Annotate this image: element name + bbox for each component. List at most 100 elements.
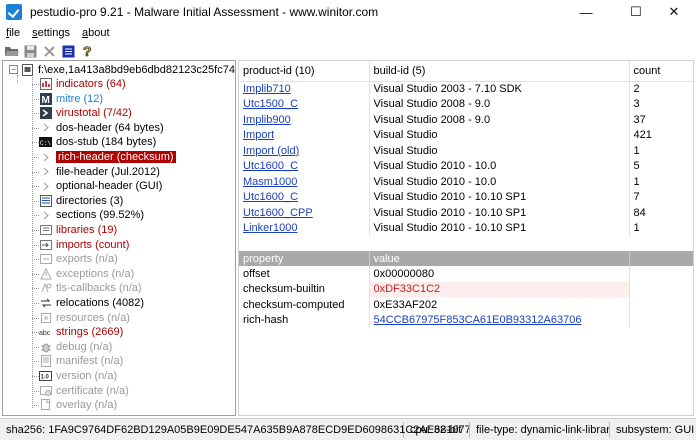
table-header-row: product-id (10) build-id (5) count	[239, 61, 693, 82]
expand-arrow-icon	[39, 122, 52, 134]
tree-item[interactable]: exceptions (n/a)	[39, 267, 134, 281]
product-id-cell[interactable]: Implib710	[239, 81, 370, 97]
properties-table: property value offset 0x00000080 checksum-…	[239, 251, 693, 328]
property-row[interactable]: checksum-builtin 0xDF33C1C2	[239, 281, 693, 297]
product-id-cell[interactable]: Utc1600_CPP	[239, 205, 370, 221]
menu-file[interactable]: file	[6, 27, 20, 39]
property-row[interactable]: rich-hash 54CCB67975F853CA61E0B93312A6370…	[239, 312, 693, 328]
tree-item[interactable]: dos-header (64 bytes)	[39, 121, 164, 135]
certificate-icon	[39, 385, 52, 397]
product-id-cell[interactable]: Utc1500_C	[239, 96, 370, 112]
expand-arrow-icon	[39, 166, 52, 178]
product-id-cell[interactable]: Masm1000	[239, 174, 370, 190]
product-id-cell[interactable]: Implib900	[239, 112, 370, 128]
build-id-cell: Visual Studio 2010 - 10.0	[369, 174, 630, 190]
open-folder-icon[interactable]	[4, 44, 19, 58]
tree-item[interactable]: imports (count)	[39, 238, 129, 252]
count-cell: 2	[629, 81, 693, 97]
tree-panel[interactable]: − f:\exe,1a413a8bd9eb6dbd82123c25fc74d7d…	[2, 60, 236, 416]
product-id-cell[interactable]: Utc1600_C	[239, 158, 370, 174]
tree-item-label: virustotal (7/42)	[56, 107, 132, 120]
tree-item-label: directories (3)	[56, 194, 124, 207]
menu-about[interactable]: about	[82, 27, 110, 39]
manifest-icon	[39, 355, 52, 368]
product-id-cell[interactable]: Import	[239, 127, 370, 143]
tree-item[interactable]: rich-header (checksum)	[39, 150, 176, 164]
tree-item[interactable]: C:\ dos-stub (184 bytes)	[39, 135, 156, 149]
product-id-cell[interactable]: Import (old)	[239, 143, 370, 159]
build-id-cell: Visual Studio 2010 - 10.10 SP1	[369, 189, 630, 205]
tree-item[interactable]: exports (n/a)	[39, 252, 118, 266]
tree-item[interactable]: Mmitre (12)	[39, 92, 103, 106]
table-row[interactable]: Linker1000 Visual Studio 2010 - 10.10 SP1…	[239, 220, 693, 236]
property-value-cell[interactable]: 54CCB67975F853CA61E0B93312A63706	[369, 312, 630, 328]
col-build-id[interactable]: build-id (5)	[369, 61, 630, 82]
directories-icon	[39, 194, 52, 207]
indicators-icon	[39, 78, 52, 90]
property-row[interactable]: offset 0x00000080	[239, 266, 693, 282]
tree-item[interactable]: optional-header (GUI)	[39, 179, 162, 193]
tree-item-label: resources (n/a)	[56, 311, 130, 324]
table-row[interactable]: Utc1600_CPP Visual Studio 2010 - 10.10 SP…	[239, 205, 693, 221]
tree-item[interactable]: overlay (n/a)	[39, 398, 117, 412]
table-row[interactable]: Import Visual Studio 421	[239, 127, 693, 143]
tree-item[interactable]: abc strings (2669)	[39, 325, 123, 339]
col-product-id[interactable]: product-id (10)	[239, 61, 370, 82]
tree-item[interactable]: indicators (64)	[39, 77, 126, 91]
count-cell: 1	[629, 174, 693, 190]
count-cell: 5	[629, 158, 693, 174]
product-id-cell[interactable]: Utc1600_C	[239, 189, 370, 205]
tree-collapse-toggle[interactable]: −	[9, 65, 18, 74]
tree-item[interactable]: relocations (4082)	[39, 296, 144, 310]
tree-item[interactable]: resources (n/a)	[39, 311, 130, 325]
close-button[interactable]: ✕	[652, 0, 696, 24]
tree-item[interactable]: file-header (Jul.2012)	[39, 165, 160, 179]
tree-item-label: indicators (64)	[56, 78, 126, 90]
expand-arrow-icon	[39, 180, 52, 192]
tree-item-label: strings (2669)	[56, 326, 124, 339]
col-count[interactable]: count	[629, 61, 693, 82]
tree-item-label: manifest (n/a)	[56, 355, 124, 368]
tree-item[interactable]: tls-callbacks (n/a)	[39, 281, 142, 295]
exceptions-icon	[39, 267, 52, 280]
tree-item[interactable]: sections (99.52%)	[39, 208, 144, 222]
tree-item[interactable]: directories (3)	[39, 194, 123, 208]
menu-bar: file settings about	[0, 24, 696, 42]
tree-item[interactable]: 1.0 version (n/a)	[39, 369, 117, 383]
overlay-icon	[39, 399, 52, 411]
table-row[interactable]: Implib900 Visual Studio 2008 - 9.0 37	[239, 112, 693, 128]
tree-item[interactable]: libraries (19)	[39, 223, 117, 237]
list-icon[interactable]	[61, 44, 76, 58]
tree-item-label: optional-header (GUI)	[56, 180, 163, 193]
title-bar: pestudio-pro 9.21 - Malware Initial Asse…	[0, 0, 696, 24]
table-row[interactable]: Utc1600_C Visual Studio 2010 - 10.10 SP1 7	[239, 189, 693, 205]
menu-settings[interactable]: settings	[32, 27, 70, 39]
property-blank-cell	[629, 297, 693, 313]
strings-icon: abc	[39, 326, 52, 338]
tree-item-label: overlay (n/a)	[56, 399, 118, 412]
count-cell: 1	[629, 143, 693, 159]
close-file-icon[interactable]	[42, 44, 57, 58]
libraries-icon	[39, 224, 52, 236]
product-id-cell[interactable]: Linker1000	[239, 220, 370, 236]
tree-item-label: sections (99.52%)	[56, 209, 145, 222]
status-cpu: cpu: 32-bit	[404, 421, 470, 438]
minimize-button[interactable]: —	[564, 0, 608, 24]
tree-item-label: exports (n/a)	[56, 253, 118, 266]
col-property[interactable]: property	[239, 251, 370, 266]
table-row[interactable]: Utc1500_C Visual Studio 2008 - 9.0 3	[239, 96, 693, 112]
col-value[interactable]: value	[369, 251, 630, 266]
tree-item[interactable]: manifest (n/a)	[39, 354, 123, 368]
table-row[interactable]: Masm1000 Visual Studio 2010 - 10.0 1	[239, 174, 693, 190]
save-icon[interactable]	[23, 44, 38, 58]
property-row[interactable]: checksum-computed 0xE33AF202	[239, 297, 693, 313]
help-icon[interactable]: ?	[80, 44, 95, 58]
tree-item[interactable]: debug (n/a)	[39, 340, 112, 354]
tree-root[interactable]: f:\exe,1a413a8bd9eb6dbd82123c25fc74d7d9	[21, 63, 235, 77]
tree-item[interactable]: virustotal (7/42)	[39, 106, 132, 120]
tree-item-label: version (n/a)	[56, 370, 118, 382]
table-row[interactable]: Implib710 Visual Studio 2003 - 7.10 SDK 2	[239, 81, 693, 97]
table-row[interactable]: Utc1600_C Visual Studio 2010 - 10.0 5	[239, 158, 693, 174]
table-row[interactable]: Import (old) Visual Studio 1	[239, 143, 693, 159]
tree-item[interactable]: certificate (n/a)	[39, 384, 129, 398]
